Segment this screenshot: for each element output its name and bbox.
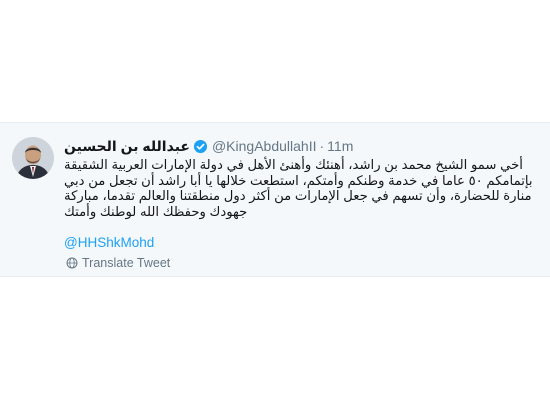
timestamp[interactable]: 11m <box>327 138 353 154</box>
globe-icon <box>66 257 78 269</box>
tweet-text-line: جهودك وحفظك الله لوطنك وأمتك <box>64 203 248 219</box>
translate-tweet-button[interactable]: Translate Tweet <box>66 256 170 270</box>
avatar[interactable] <box>12 137 54 179</box>
mention-link[interactable]: @HHShkMohd <box>64 235 154 250</box>
tweet-card[interactable]: عبدالله بن الحسين @KingAbdullahII · 11m … <box>0 122 550 277</box>
user-handle[interactable]: @KingAbdullahII <box>212 138 317 154</box>
translate-label: Translate Tweet <box>82 256 171 270</box>
tweet-text: أخي سمو الشيخ محمد بن راشد، أهنئك وأهنئ … <box>64 157 540 219</box>
tweet-header: عبدالله بن الحسين @KingAbdullahII · 11m <box>64 137 353 155</box>
verified-badge-icon <box>193 139 208 154</box>
separator-dot: · <box>319 138 325 154</box>
tweet-text-line: بإتمامكم ٥٠ عاما في خدمة وطنكم وأمتكم، ا… <box>64 172 533 188</box>
avatar-photo <box>12 137 54 179</box>
tweet-text-line: منارة للحضارة، وأن تسهم في جعل الإمارات … <box>64 188 532 203</box>
display-name[interactable]: عبدالله بن الحسين <box>64 138 190 155</box>
tweet-text-line: أخي سمو الشيخ محمد بن راشد، أهنئك وأهنئ … <box>64 157 523 172</box>
